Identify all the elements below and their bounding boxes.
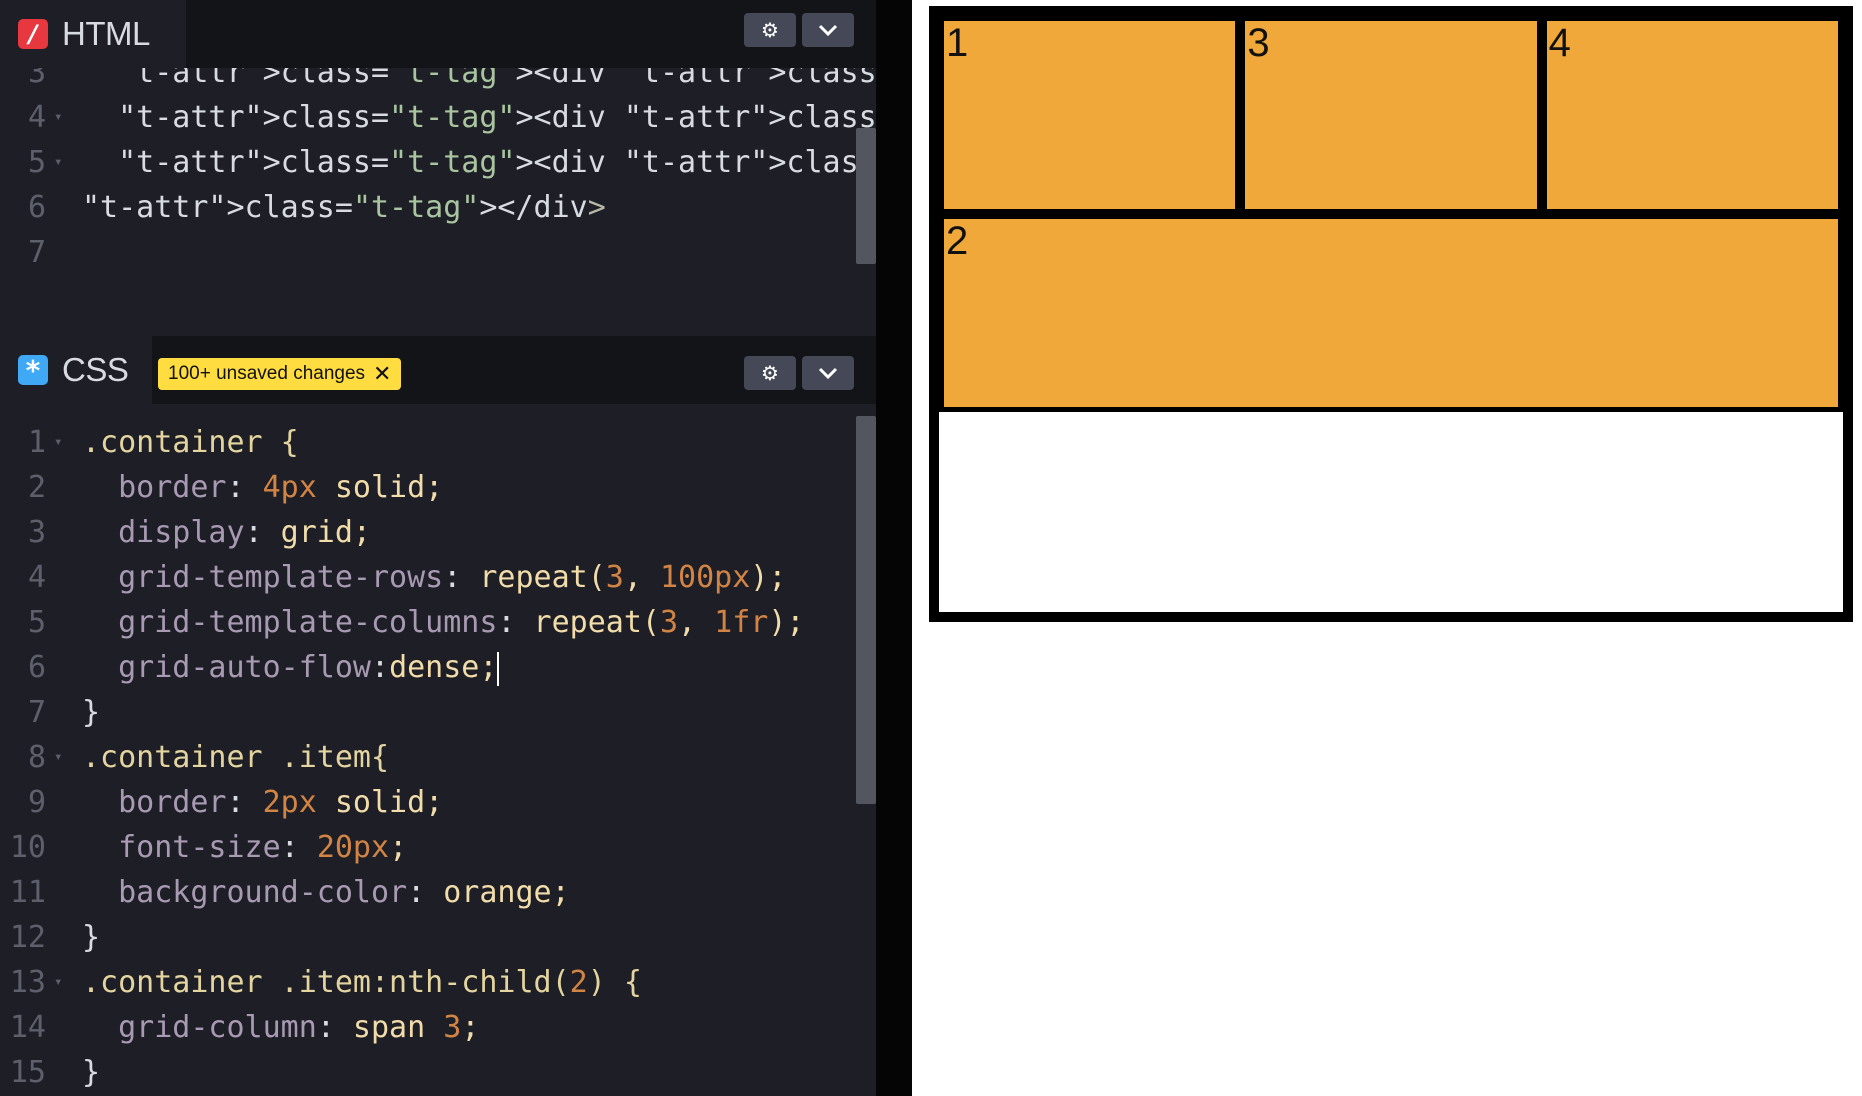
line-number: 6 (27, 190, 46, 225)
code-line[interactable]: 13 ▾ .container .item:nth-child(2) { (0, 960, 854, 1005)
grid-item: 2 (939, 214, 1843, 412)
html-pane-title: HTML (62, 15, 150, 52)
code-text: "t-attr">class="t-tag"><div "t-attr">cla… (118, 145, 876, 180)
code-text: border: 2px solid; (118, 785, 444, 820)
line-number: 8 (27, 740, 46, 775)
html-pane-header: / HTML ⚙ (0, 0, 876, 68)
code-line[interactable]: 5 grid-template-columns: repeat(3, 1fr); (0, 600, 854, 645)
html-logo-icon: / (18, 19, 48, 49)
line-number: 7 (27, 235, 46, 270)
code-text: } (82, 695, 101, 730)
code-line[interactable]: 7 (0, 230, 854, 275)
code-text: grid-column: span 3; (118, 1010, 480, 1045)
text-cursor (497, 651, 500, 686)
chevron-down-icon (818, 367, 838, 380)
code-text: .container { (82, 425, 299, 460)
code-line[interactable]: 1 ▾ .container { (0, 420, 854, 465)
code-line[interactable]: 6 grid-auto-flow:dense; (0, 645, 854, 690)
html-code-area[interactable]: 3 "t-attr">class="t-tag"><div "t-attr">c… (0, 50, 876, 275)
code-line[interactable]: 4 grid-template-rows: repeat(3, 100px); (0, 555, 854, 600)
css-settings-button[interactable]: ⚙ (744, 356, 796, 390)
code-line[interactable]: 11 background-color: orange; (0, 870, 854, 915)
code-line[interactable]: 8 ▾ .container .item{ (0, 735, 854, 780)
line-number: 9 (27, 785, 46, 820)
line-number: 5 (27, 145, 46, 180)
gear-icon: ⚙ (761, 361, 779, 385)
code-line[interactable]: 4 ▾ "t-attr">class="t-tag"><div "t-attr">… (0, 95, 876, 140)
code-text: background-color: orange; (118, 875, 570, 910)
code-line[interactable]: 15} (0, 1050, 854, 1095)
code-line[interactable]: 6 "t-attr">class="t-tag"></div> (0, 185, 854, 230)
code-text: display: grid; (118, 515, 371, 550)
css-collapse-button[interactable] (802, 356, 854, 390)
grid-item: 4 (1541, 16, 1843, 214)
code-text: .container .item{ (82, 740, 390, 775)
html-collapse-button[interactable] (802, 13, 854, 47)
line-number: 6 (27, 650, 46, 685)
line-number: 12 (9, 920, 46, 955)
code-line[interactable]: 14 grid-column: span 3; (0, 1005, 854, 1050)
css-code-area[interactable]: 1 ▾ .container {2 border: 4px solid; 3 disp… (0, 420, 854, 1095)
grid-container: 1342 (929, 6, 1853, 622)
fold-arrow-icon[interactable]: ▾ (54, 960, 62, 1005)
code-line[interactable]: 2 border: 4px solid; (0, 465, 854, 510)
line-number: 4 (27, 100, 46, 135)
line-number: 15 (9, 1055, 46, 1090)
line-number: 2 (27, 470, 46, 505)
code-text: "t-attr">class="t-tag"><div "t-attr">cla… (118, 100, 876, 135)
fold-arrow-icon[interactable]: ▾ (54, 420, 62, 465)
code-line[interactable]: 10 font-size: 20px; (0, 825, 854, 870)
code-text: .container .item:nth-child(2) { (82, 965, 642, 1000)
unsaved-changes-badge[interactable]: 100+ unsaved changes ✕ (158, 358, 402, 390)
grid-item: 1 (939, 16, 1241, 214)
css-pane-title: CSS (62, 351, 129, 388)
code-text: grid-auto-flow:dense; (118, 650, 500, 686)
unsaved-changes-label: 100+ unsaved changes (168, 363, 366, 384)
tab-html[interactable]: / HTML (0, 0, 186, 68)
line-number: 3 (27, 515, 46, 550)
code-text: border: 4px solid; (118, 470, 444, 505)
code-text: font-size: 20px; (118, 830, 408, 865)
code-line[interactable]: 7} (0, 690, 854, 735)
html-pane: 3 "t-attr">class="t-tag"><div "t-attr">c… (0, 0, 876, 336)
line-number: 13 (9, 965, 46, 1000)
code-line[interactable]: 3 display: grid; (0, 510, 854, 555)
tab-css[interactable]: * CSS (0, 336, 152, 404)
code-text: "t-attr">class="t-tag"></div> (82, 190, 606, 225)
pane-divider[interactable] (876, 0, 912, 1096)
css-logo-icon: * (18, 354, 48, 387)
css-pane: * CSS 100+ unsaved changes ✕ ⚙ 1 ▾ .contai… (0, 336, 876, 1096)
code-text: } (82, 920, 101, 955)
fold-arrow-icon[interactable]: ▾ (54, 140, 62, 185)
close-icon[interactable]: ✕ (373, 362, 391, 387)
code-line[interactable]: 5 ▾ "t-attr">class="t-tag"><div "t-attr">… (0, 140, 876, 185)
line-number: 11 (9, 875, 46, 910)
line-number: 5 (27, 605, 46, 640)
code-editor: 3 "t-attr">class="t-tag"><div "t-attr">c… (0, 0, 876, 1096)
code-text: } (82, 1055, 101, 1090)
chevron-down-icon (818, 24, 838, 37)
line-number: 14 (9, 1010, 46, 1045)
html-scrollbar[interactable] (856, 128, 876, 264)
gear-icon: ⚙ (761, 18, 779, 42)
result-preview: 1342 (912, 0, 1862, 1096)
html-settings-button[interactable]: ⚙ (744, 13, 796, 47)
code-text: grid-template-columns: repeat(3, 1fr); (118, 605, 805, 640)
fold-arrow-icon[interactable]: ▾ (54, 95, 62, 140)
code-line[interactable]: 9 border: 2px solid; (0, 780, 854, 825)
css-pane-header: * CSS 100+ unsaved changes ✕ ⚙ (0, 336, 876, 404)
line-number: 1 (27, 425, 46, 460)
line-number: 10 (9, 830, 46, 865)
css-scrollbar[interactable] (856, 416, 876, 804)
fold-arrow-icon[interactable]: ▾ (54, 735, 62, 780)
code-line[interactable]: 12} (0, 915, 854, 960)
code-text: grid-template-rows: repeat(3, 100px); (118, 560, 787, 595)
line-number: 7 (27, 695, 46, 730)
grid-item: 3 (1240, 16, 1542, 214)
line-number: 4 (27, 560, 46, 595)
